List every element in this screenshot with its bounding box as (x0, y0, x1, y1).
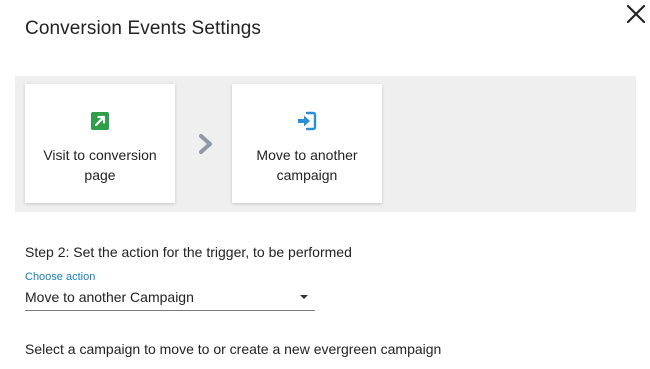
sign-in-icon (298, 111, 317, 131)
choose-action-label: Choose action (25, 271, 96, 283)
choose-action-select[interactable]: Move to another Campaign (25, 285, 315, 311)
action-card-label: Move to another campaign (256, 147, 358, 183)
close-button[interactable] (624, 2, 648, 26)
trigger-card-label: Visit to conversion page (43, 147, 157, 183)
trigger-flow-panel: Visit to conversion page Move to another… (15, 76, 636, 212)
campaign-hint-text: Select a campaign to move to or create a… (25, 341, 442, 357)
step-instruction: Step 2: Set the action for the trigger, … (25, 244, 352, 260)
dialog-title: Conversion Events Settings (25, 18, 261, 39)
caret-down-icon (300, 295, 308, 299)
choose-action-value: Move to another Campaign (25, 289, 194, 305)
conversion-events-settings-dialog: Conversion Events Settings Visit to conv… (0, 0, 650, 369)
external-link-icon (91, 112, 109, 130)
close-icon[interactable] (624, 2, 648, 26)
action-card-move-to-another-campaign[interactable]: Move to another campaign (232, 84, 382, 203)
trigger-card-visit-conversion-page[interactable]: Visit to conversion page (25, 84, 175, 203)
chevron-right-icon (199, 134, 212, 154)
